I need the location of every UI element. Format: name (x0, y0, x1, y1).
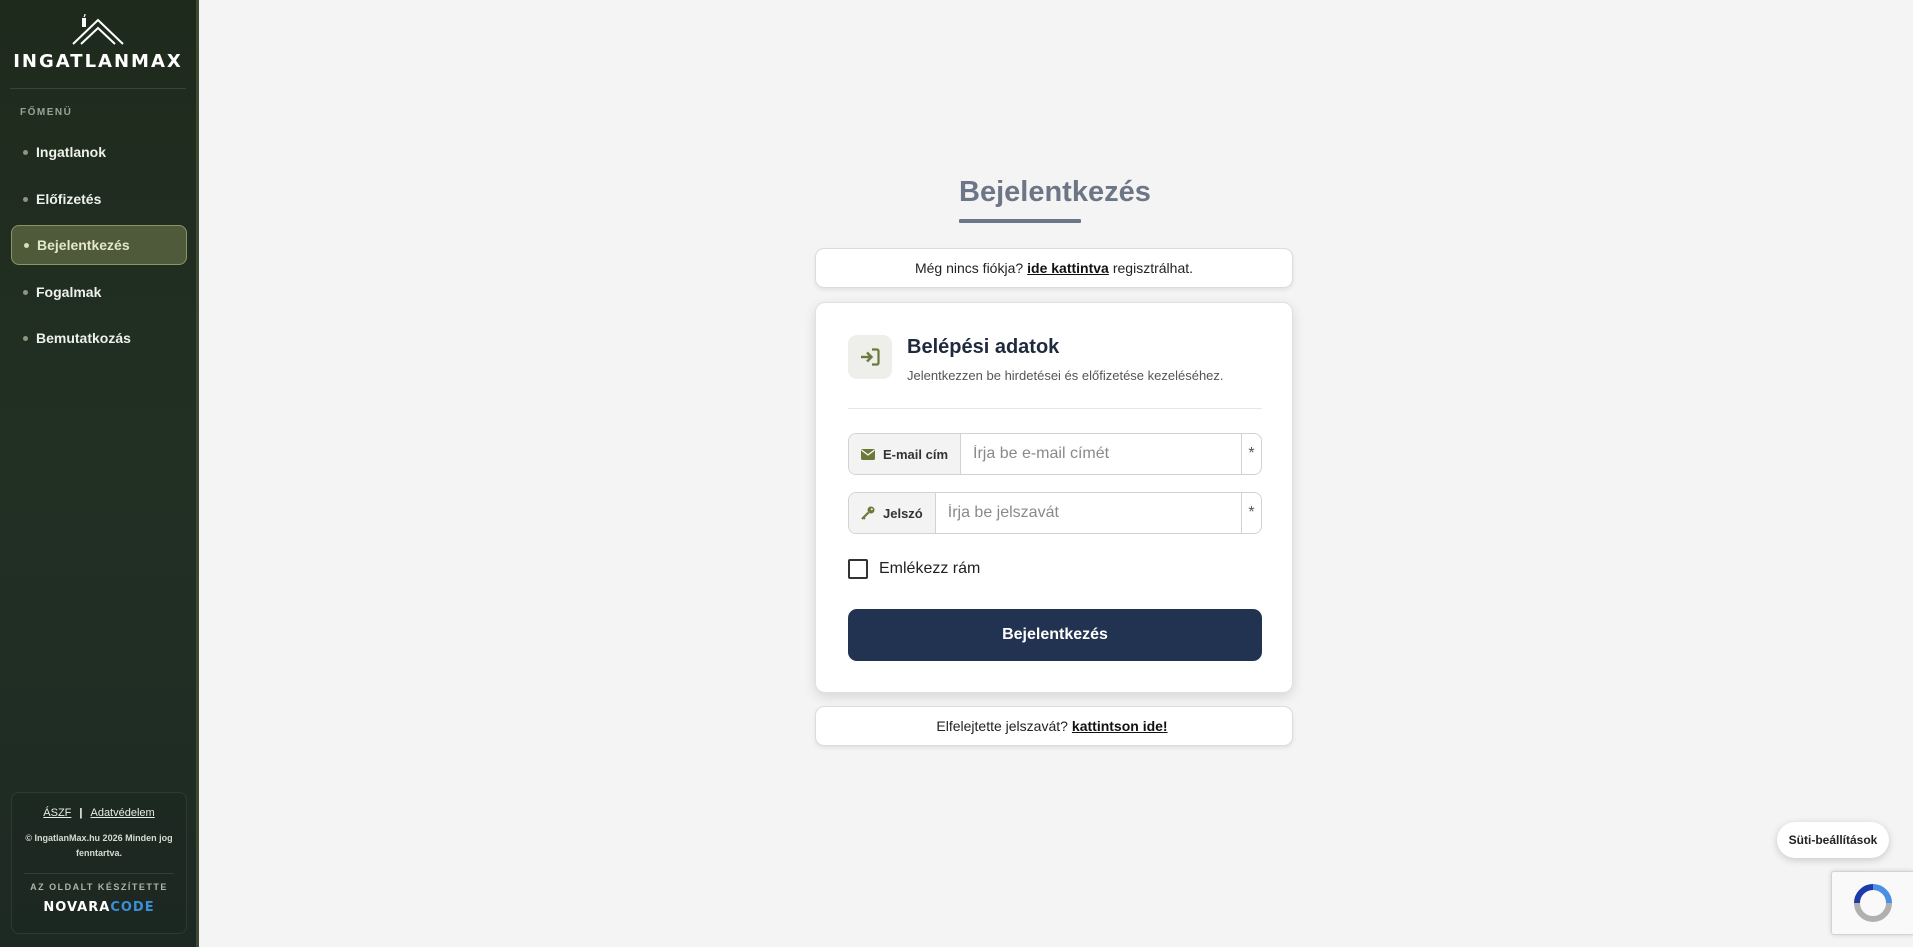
novaracode-logo[interactable]: NOVARACODE (12, 900, 186, 915)
sidebar-item-label: Előfizetés (36, 191, 102, 207)
email-input[interactable] (961, 434, 1241, 474)
sidebar-footer: ÁSZF | Adatvédelem © IngatlanMax.hu 2026 M… (11, 792, 187, 934)
privacy-link[interactable]: Adatvédelem (90, 807, 154, 819)
key-icon (861, 506, 875, 520)
sidebar: INGATLANMAX FŐMENÜ Ingatlanok Előfizetés… (0, 0, 199, 947)
brand-part2: CODE (110, 900, 155, 915)
remember-me[interactable]: Emlékezz rám (848, 559, 980, 579)
sidebar-item-elofizetes[interactable]: Előfizetés (11, 179, 187, 219)
footer-separator: | (79, 807, 83, 819)
register-note: Még nincs fiókja? ide kattintva regisztr… (815, 248, 1293, 288)
brand-part1: NOVARA (43, 900, 111, 915)
menu-heading: FŐMENÜ (20, 107, 73, 118)
password-input[interactable] (935, 493, 1241, 533)
required-marker: * (1241, 493, 1261, 533)
sidebar-item-label: Bejelentkezés (37, 237, 130, 253)
bullet-icon (23, 149, 28, 155)
email-label-text: E-mail cím (883, 446, 949, 462)
password-label-text: Jelszó (883, 505, 923, 521)
copyright-text: © IngatlanMax.hu 2026 Minden jog fenntar… (25, 833, 173, 858)
login-button[interactable]: Bejelentkezés (848, 609, 1262, 661)
sign-in-icon (848, 335, 892, 379)
sidebar-item-bemutatkozas[interactable]: Bemutatkozás (11, 318, 187, 358)
forgot-password-link[interactable]: kattintson ide! (1072, 718, 1168, 734)
footer-divider (24, 873, 174, 874)
cookie-settings-button[interactable]: Süti-beállítások (1777, 822, 1889, 858)
bullet-icon (23, 335, 28, 341)
card-divider (848, 408, 1262, 409)
sidebar-item-bejelentkezes[interactable]: Bejelentkezés (11, 225, 187, 265)
register-prefix: Még nincs fiókja? (914, 260, 1024, 276)
recaptcha-badge[interactable] (1831, 871, 1913, 935)
footer-links: ÁSZF | Adatvédelem (12, 807, 186, 819)
sidebar-item-label: Fogalmak (36, 284, 102, 300)
email-field: E-mail cím * (848, 433, 1262, 475)
bullet-icon (23, 289, 28, 295)
login-card: Belépési adatok Jelentkezzen be hirdetés… (815, 302, 1293, 693)
remember-checkbox[interactable] (848, 559, 868, 579)
sidebar-item-label: Ingatlanok (36, 144, 107, 160)
logo-text: INGATLANMAX (13, 51, 183, 72)
terms-link[interactable]: ÁSZF (43, 807, 71, 819)
register-link[interactable]: ide kattintva (1027, 260, 1109, 276)
sidebar-item-ingatlanok[interactable]: Ingatlanok (11, 132, 187, 172)
register-suffix: regisztrálhat. (1112, 260, 1194, 276)
bullet-icon (23, 196, 28, 202)
password-field: Jelszó * (848, 492, 1262, 534)
recaptcha-icon (1853, 884, 1892, 922)
bullet-icon (24, 242, 29, 248)
envelope-icon (861, 448, 875, 460)
remember-label[interactable]: Emlékezz rám (879, 560, 980, 578)
house-roof-icon (72, 14, 124, 45)
logo[interactable]: INGATLANMAX (0, 14, 196, 72)
page-title: Bejelentkezés (959, 176, 1151, 208)
card-subtitle: Jelentkezzen be hirdetései és előfizetés… (907, 368, 1224, 383)
password-label: Jelszó (849, 493, 936, 533)
sidebar-item-label: Bemutatkozás (36, 330, 131, 346)
forgot-prefix: Elfelejtette jelszavát? (936, 718, 1068, 734)
required-marker: * (1241, 434, 1261, 474)
card-title: Belépési adatok (907, 336, 1060, 358)
title-underline (959, 219, 1081, 223)
sidebar-item-fogalmak[interactable]: Fogalmak (11, 272, 187, 312)
made-by-label: AZ OLDALT KÉSZÍTETTE (30, 882, 168, 892)
logo-divider (10, 88, 186, 89)
forgot-password-note: Elfelejtette jelszavát? kattintson ide! (815, 706, 1293, 746)
email-label: E-mail cím (849, 434, 962, 474)
